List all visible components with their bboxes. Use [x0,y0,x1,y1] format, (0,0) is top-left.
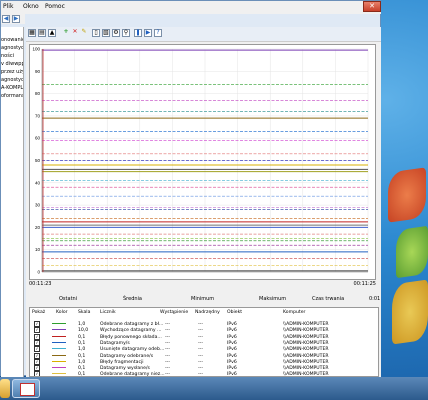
tree-item[interactable]: oformans [1,93,23,99]
y-tick-label: 100 [32,47,40,52]
stat-duration-value: 0:01 [369,296,381,302]
highlight-icon[interactable]: ✎ [80,29,88,37]
color-swatch [52,348,66,350]
view-current-icon[interactable]: ▦ [28,29,36,37]
console-tree[interactable]: onowanie agnostycz ności v diwwpp przez użyt… [1,27,24,377]
stat-last: Ostatni [59,296,78,302]
view-log-icon[interactable]: ▤ [38,29,46,37]
show-checkbox[interactable]: ✓ [34,321,40,327]
taskbar-explorer-button[interactable] [0,379,10,398]
taskbar-perfmon-button[interactable] [12,379,40,398]
show-checkbox[interactable]: ✓ [34,346,40,353]
performance-monitor-pane: ▦ ▤ ▲ + ✕ ✎ ▯ ▧ ⚙ ⚲ ❚ ▶ ? 0 10 20 30 40 50 60 7… [26,27,381,377]
color-swatch [52,341,66,343]
y-tick-label: 80 [35,91,41,96]
y-tick-label: 10 [35,247,41,252]
update-icon[interactable]: ▶ [144,29,152,37]
menu-bar: Plik Okno Pomoc [1,1,381,14]
taskbar [0,377,428,400]
color-swatch [52,360,66,362]
header-parent[interactable]: Nadrzędny [195,309,220,316]
back-icon[interactable]: ◀ [2,15,10,23]
graph-toolbar: ▦ ▤ ▲ + ✕ ✎ ▯ ▧ ⚙ ⚲ ❚ ▶ ? [26,27,381,42]
show-checkbox[interactable]: ✓ [34,352,40,359]
color-swatch [52,367,66,369]
copy-icon[interactable]: ▯ [92,29,100,37]
y-tick-label: 90 [35,69,41,74]
x-start-label: 00:11:23 [29,281,52,287]
stat-min: Minimum [191,296,215,302]
y-tick-label: 0 [37,270,40,275]
close-button[interactable]: ✕ [363,1,381,12]
y-tick-label: 30 [35,203,41,208]
properties-icon[interactable]: ⚙ [112,29,120,37]
show-checkbox[interactable]: ✓ [34,358,40,365]
color-swatch [52,323,66,324]
windows-logo-yellow [392,279,428,345]
header-computer[interactable]: Komputer [283,309,305,316]
y-tick-label: 40 [35,180,41,185]
stat-duration: Czas trwania [312,296,345,302]
tree-item[interactable]: ności [1,53,23,59]
y-tick-label: 60 [35,136,41,141]
counter-legend-table[interactable]: Pokaż Kolor Skala Licznik Wystąpienie Nadrzęd… [29,307,379,377]
delete-counter-icon[interactable]: ✕ [71,29,79,37]
show-checkbox[interactable]: ✓ [34,327,40,334]
tree-item[interactable]: A-KOMPL [1,85,23,91]
color-swatch [52,373,66,375]
legend-header: Pokaż Kolor Skala Licznik Wystąpienie Nadrzęd… [30,309,378,316]
header-scale[interactable]: Skala [78,309,90,316]
main-toolbar: ◀ ▶ [1,14,25,24]
zoom-icon[interactable]: ⚲ [122,29,130,37]
perfmon-window: Plik Okno Pomoc ◀ ▶ onowanie agnostycz noś… [0,0,381,377]
perfmon-taskbar-icon [20,383,35,396]
tree-item[interactable]: onowanie [1,37,23,43]
stat-avg: Średnia [123,296,142,302]
header-color[interactable]: Kolor [56,309,68,316]
color-swatch [52,329,66,331]
color-swatch [52,335,66,337]
tree-item[interactable]: przez użyt [1,69,23,75]
menu-window[interactable]: Okno [23,3,39,10]
header-show[interactable]: Pokaż [32,309,45,316]
help-icon[interactable]: ? [154,29,162,37]
menu-file[interactable]: Plik [3,3,13,10]
time-axis: 00:11:23 00:11:25 [29,281,376,289]
show-checkbox[interactable]: ✓ [34,339,40,346]
show-checkbox[interactable]: ✓ [34,365,40,372]
tree-item[interactable]: agnostycz [1,45,23,51]
header-counter[interactable]: Licznik [100,309,116,316]
change-graph-type-icon[interactable]: ▲ [48,29,56,37]
freeze-icon[interactable]: ❚ [134,29,142,37]
forward-icon[interactable]: ▶ [12,15,20,23]
color-swatch [52,354,66,356]
x-end-label: 00:11:25 [353,281,376,287]
y-tick-label: 50 [35,158,41,163]
paste-icon[interactable]: ▧ [102,29,110,37]
stat-max: Maksimum [259,296,287,302]
windows-logo-red [388,167,426,223]
y-tick-label: 20 [35,225,41,230]
header-instance[interactable]: Wystąpienie [160,309,188,316]
y-tick-label: 70 [35,113,41,118]
graph-canvas: 0 10 20 30 40 50 60 70 80 90 100 [32,47,369,275]
add-counter-icon[interactable]: + [62,29,70,37]
tree-item[interactable]: v diwwpp [1,61,23,67]
header-object[interactable]: Obiekt [227,309,242,316]
windows-logo-green [396,225,428,279]
tree-item[interactable]: agnostycz [1,77,23,83]
menu-help[interactable]: Pomoc [45,3,65,10]
statistics-bar: Ostatni Średnia Minimum Maksimum Czas tr… [29,293,380,307]
line-graph: 0 10 20 30 40 50 60 70 80 90 100 [29,44,376,280]
show-checkbox[interactable]: ✓ [34,333,40,340]
